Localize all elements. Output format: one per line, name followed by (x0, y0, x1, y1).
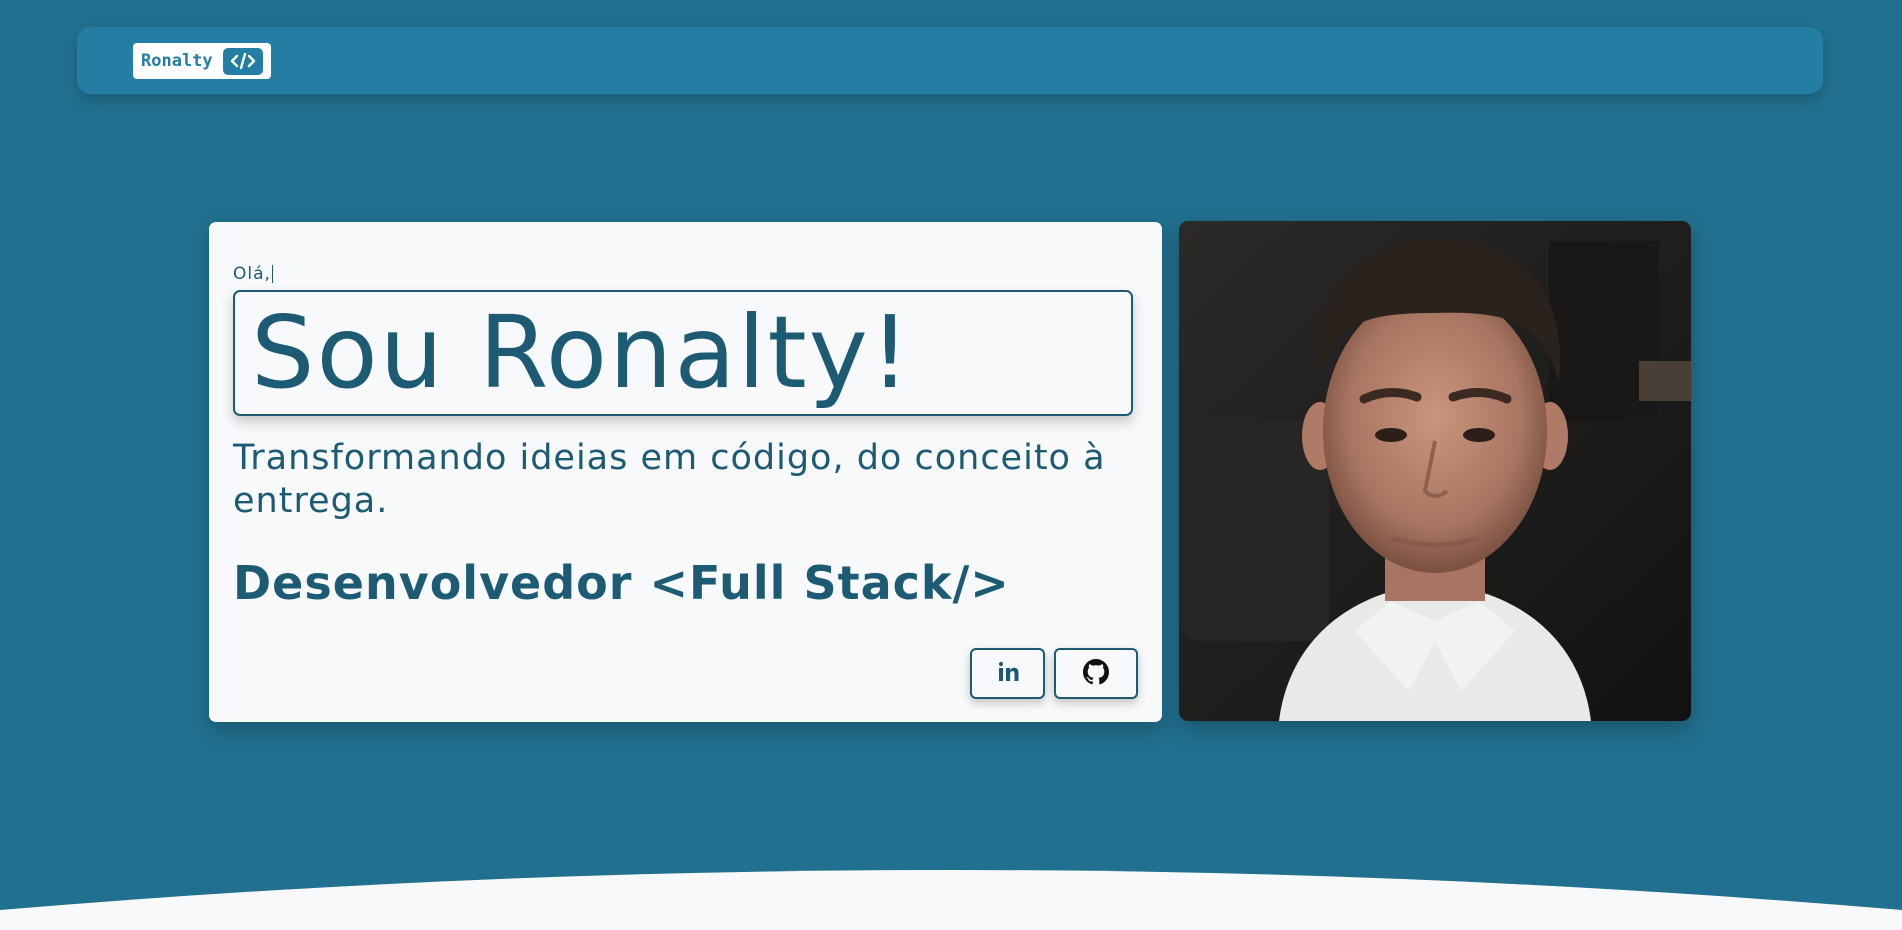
profile-photo (1179, 221, 1691, 721)
linkedin-icon (996, 660, 1020, 688)
hero-tagline: Transformando ideias em código, do conce… (233, 438, 1106, 521)
hero-role: Desenvolvedor <Full Stack/> (233, 556, 1010, 610)
github-icon (1083, 658, 1109, 689)
github-button[interactable] (1054, 648, 1138, 699)
code-icon (222, 47, 263, 75)
typing-cursor (271, 265, 273, 283)
name-box: Sou Ronalty! (233, 290, 1133, 416)
greeting-text: Olá, (233, 264, 271, 284)
linkedin-button[interactable] (970, 648, 1045, 699)
logo-text: Ronalty (141, 51, 213, 71)
hero-name: Sou Ronalty! (251, 294, 912, 411)
navbar: Ronalty (77, 27, 1823, 94)
bottom-wave (0, 870, 1902, 930)
hero-card: Olá, Sou Ronalty! Transformando ideias e… (209, 222, 1162, 722)
logo[interactable]: Ronalty (133, 43, 271, 79)
greeting-line: Olá, (233, 264, 273, 284)
